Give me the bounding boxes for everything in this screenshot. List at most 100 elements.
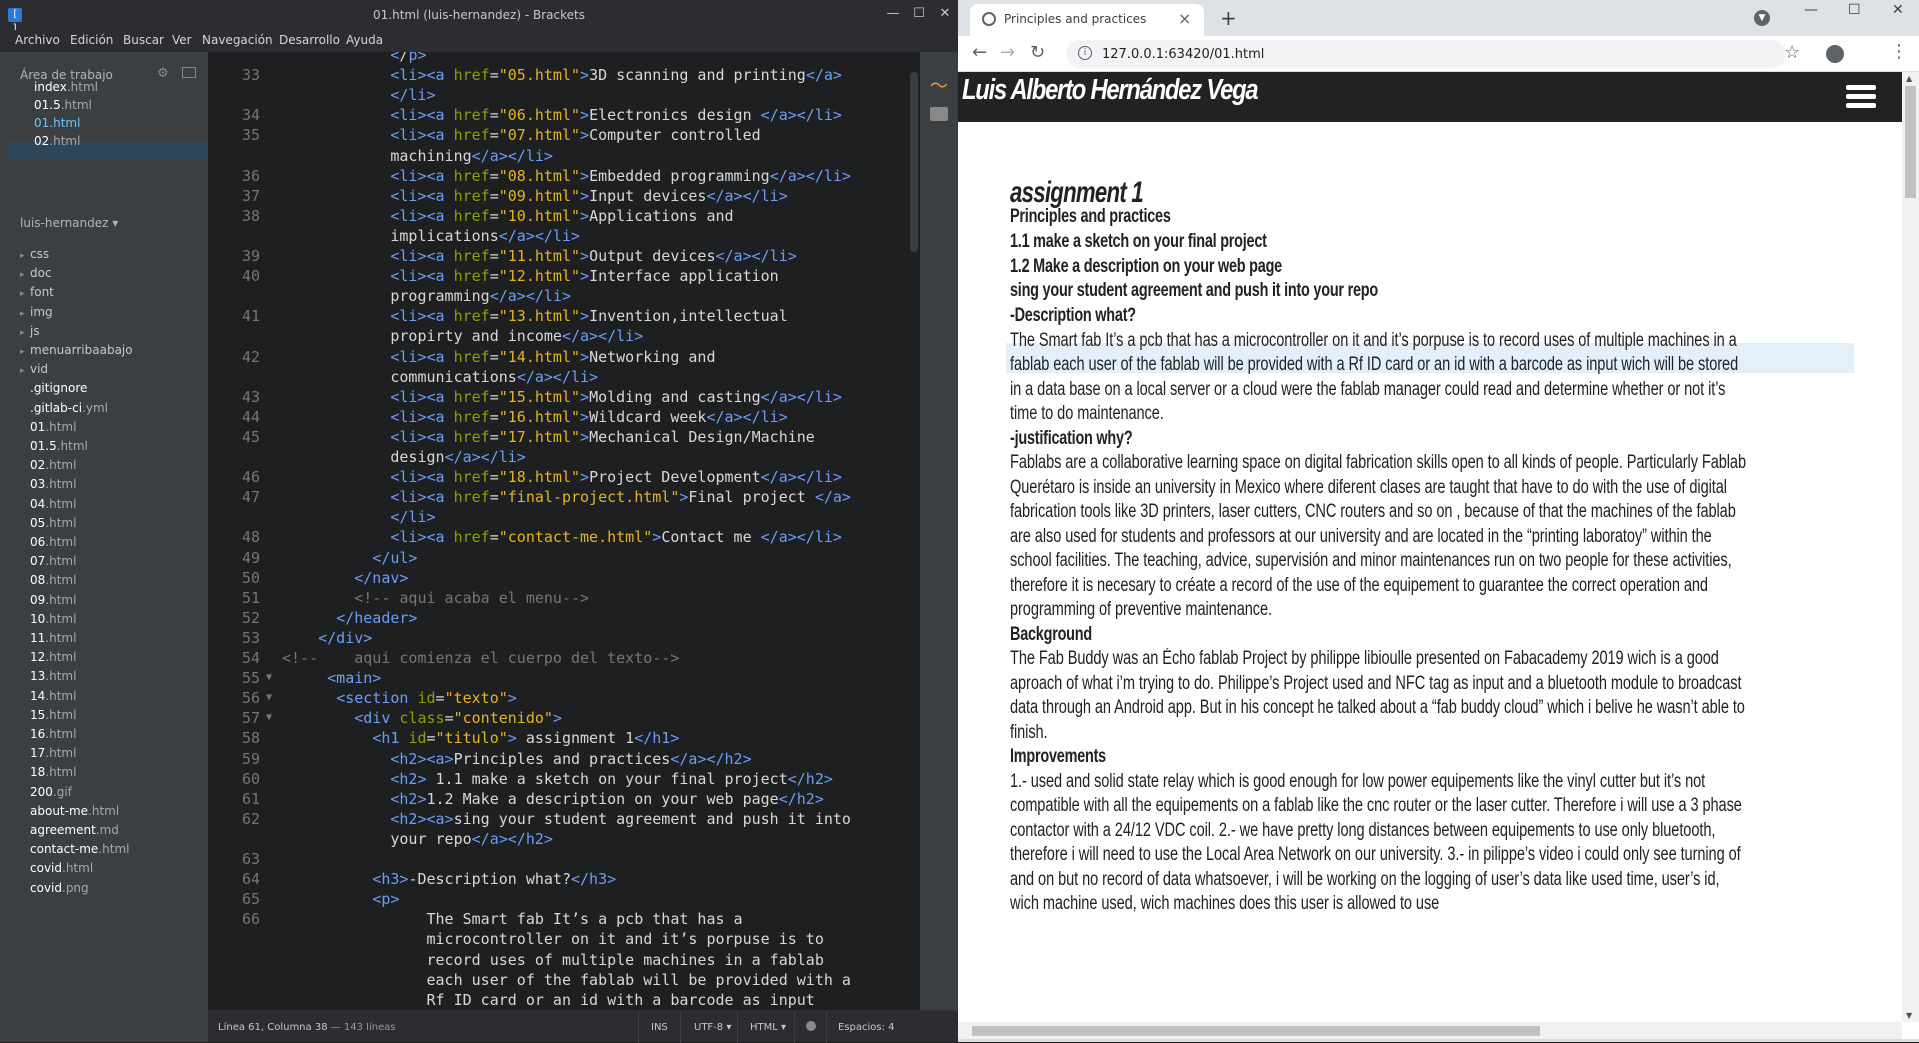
folder-item[interactable]: ▸ js (20, 324, 40, 338)
project-file-item[interactable]: 16.html (30, 727, 76, 741)
page-scrollbar-thumb[interactable] (1905, 86, 1916, 198)
minimize-icon[interactable]: — (1804, 2, 1818, 18)
code-line[interactable]: propirty and income</a></li> (208, 326, 908, 346)
code-line[interactable]: design</a></li> (208, 447, 908, 467)
heading-principles[interactable]: Principles and practices (1010, 206, 1171, 228)
project-file-item[interactable]: covid.png (30, 881, 89, 895)
linting-status-icon[interactable] (806, 1021, 816, 1031)
code-line[interactable]: 50 </nav> (208, 568, 908, 588)
code-line[interactable]: 33 <li><a href="05.html">3D scanning and… (208, 65, 908, 85)
code-line[interactable]: 45 <li><a href="17.html">Mechanical Desi… (208, 427, 908, 447)
code-line[interactable]: machining</a></li> (208, 146, 908, 166)
code-line[interactable]: 52 </header> (208, 608, 908, 628)
code-line[interactable]: 37 <li><a href="09.html">Input devices</… (208, 186, 908, 206)
language-select[interactable]: HTML ▾ (750, 1022, 786, 1033)
reload-icon[interactable]: ↻ (1030, 42, 1045, 63)
profile-avatar-icon[interactable] (1826, 45, 1844, 63)
project-file-item[interactable]: 13.html (30, 669, 76, 683)
code-line[interactable]: microcontroller on it and it’s porpuse i… (208, 929, 908, 949)
fold-arrow-icon[interactable]: ▼ (266, 688, 272, 708)
code-line[interactable]: 60 <h2> 1.1 make a sketch on your final … (208, 769, 908, 789)
menu-ayuda[interactable]: Ayuda (346, 33, 383, 47)
project-dropdown[interactable]: luis-hernandez ▾ (20, 216, 118, 230)
encoding-select[interactable]: UTF-8 ▾ (694, 1022, 731, 1033)
project-file-item[interactable]: 15.html (30, 708, 76, 722)
caret-right-icon[interactable]: ▸ (20, 289, 30, 299)
code-line[interactable]: 49 </ul> (208, 548, 908, 568)
code-line[interactable]: 59 <h2><a>Principles and practices</a></… (208, 749, 908, 769)
project-file-item[interactable]: 05.html (30, 516, 76, 530)
project-file-item[interactable]: 10.html (30, 612, 76, 626)
project-file-item[interactable]: covid.html (30, 861, 93, 875)
code-line[interactable]: 61 <h2>1.2 Make a description on your we… (208, 789, 908, 809)
folder-item[interactable]: ▸ doc (20, 266, 52, 280)
code-line[interactable]: 46 <li><a href="18.html">Project Develop… (208, 467, 908, 487)
site-name[interactable]: Luis Alberto Hernández Vega (962, 74, 1259, 107)
url-text[interactable]: 127.0.0.1:63420/01.html (1102, 47, 1264, 62)
fold-arrow-icon[interactable]: ▼ (266, 708, 272, 728)
fold-arrow-icon[interactable]: ▼ (266, 668, 272, 688)
maximize-icon[interactable]: ☐ (1848, 2, 1861, 18)
close-tab-icon[interactable]: × (1178, 9, 1191, 28)
bookmark-star-icon[interactable]: ☆ (1784, 42, 1800, 63)
forward-arrow-icon[interactable]: → (1000, 42, 1015, 63)
code-line[interactable]: 58 <h1 id="titulo"> assignment 1</h1> (208, 728, 908, 748)
code-line[interactable]: 54 <!-- aqui comienza el cuerpo del texto… (208, 648, 908, 668)
code-line[interactable]: record uses of multiple machines in a fa… (208, 950, 908, 970)
code-line[interactable]: 62 <h2><a>sing your student agreement an… (208, 809, 908, 829)
code-line[interactable]: 57 ▼ <div class="contenido"> (208, 708, 908, 728)
folder-item[interactable]: ▸ css (20, 247, 49, 261)
menu-ver[interactable]: Ver (172, 33, 192, 47)
code-line[interactable]: 44 <li><a href="16.html">Wildcard week</… (208, 407, 908, 427)
code-line[interactable]: 48 <li><a href="contact-me.html">Contact… (208, 527, 908, 547)
code-line[interactable]: your repo</a></h2> (208, 829, 908, 849)
project-file-item[interactable]: 18.html (30, 765, 76, 779)
folder-item[interactable]: ▸ menuarribaabajo (20, 343, 133, 357)
code-line[interactable]: 34 <li><a href="06.html">Electronics des… (208, 105, 908, 125)
split-view-icon[interactable] (182, 67, 196, 78)
code-line[interactable]: implications</a></li> (208, 226, 908, 246)
project-file-item[interactable]: 02.html (30, 458, 76, 472)
live-preview-icon[interactable]: 〜 (930, 72, 948, 98)
extension-manager-icon[interactable] (930, 107, 948, 121)
horizontal-scrollbar-thumb[interactable] (972, 1026, 1540, 1036)
page-vertical-scrollbar[interactable]: ▲ ▼ (1902, 72, 1919, 1022)
code-line[interactable]: 43 <li><a href="15.html">Molding and cas… (208, 387, 908, 407)
caret-right-icon[interactable]: ▸ (20, 251, 30, 261)
new-tab-icon[interactable]: + (1220, 6, 1237, 30)
scroll-down-icon[interactable]: ▼ (1906, 1011, 1912, 1020)
code-line[interactable]: 55 ▼ <main> (208, 668, 908, 688)
working-file-item[interactable]: 01.5.html (34, 98, 92, 112)
project-file-item[interactable]: 04.html (30, 497, 76, 511)
code-line[interactable]: communications</a></li> (208, 367, 908, 387)
maximize-icon[interactable]: ☐ (906, 4, 932, 26)
caret-right-icon[interactable]: ▸ (20, 366, 30, 376)
working-file-item[interactable]: 01.html (34, 116, 80, 130)
caret-right-icon[interactable]: ▸ (20, 347, 30, 357)
code-line[interactable]: 53 </div> (208, 628, 908, 648)
code-line[interactable]: 39 <li><a href="11.html">Output devices<… (208, 246, 908, 266)
editor-scrollbar-thumb[interactable] (910, 72, 918, 252)
project-file-item[interactable]: 12.html (30, 650, 76, 664)
project-file-item[interactable]: 07.html (30, 554, 76, 568)
page-horizontal-scrollbar[interactable] (958, 1022, 1902, 1039)
project-file-item[interactable]: 01.5.html (30, 439, 88, 453)
code-line[interactable]: each user of the fablab will be provided… (208, 970, 908, 990)
code-line[interactable]: 66 The Smart fab It’s a pcb that has a (208, 909, 908, 929)
code-line[interactable]: Rf ID card or an id with a barcode as in… (208, 990, 908, 1010)
code-line[interactable]: 42 <li><a href="14.html">Networking and (208, 347, 908, 367)
project-file-item[interactable]: agreement.md (30, 823, 119, 837)
menu-desarrollo[interactable]: Desarrollo (279, 33, 340, 47)
more-menu-icon[interactable]: ⋮ (1890, 41, 1908, 62)
code-line[interactable]: 38 <li><a href="10.html">Applications an… (208, 206, 908, 226)
code-line[interactable]: 41 <li><a href="13.html">Invention,intel… (208, 306, 908, 326)
browser-tab[interactable]: Principles and practices × (970, 4, 1204, 36)
editor-scrollbar[interactable] (908, 52, 920, 1010)
code-line[interactable]: 63 (208, 849, 908, 869)
code-line[interactable]: 64 <h3>-Description what?</h3> (208, 869, 908, 889)
caret-right-icon[interactable]: ▸ (20, 270, 30, 280)
project-file-item[interactable]: .gitlab-ci.yml (30, 401, 108, 415)
folder-item[interactable]: ▸ font (20, 285, 54, 299)
menu-edicion[interactable]: Edición (70, 33, 113, 47)
close-icon[interactable]: ✕ (932, 4, 958, 26)
